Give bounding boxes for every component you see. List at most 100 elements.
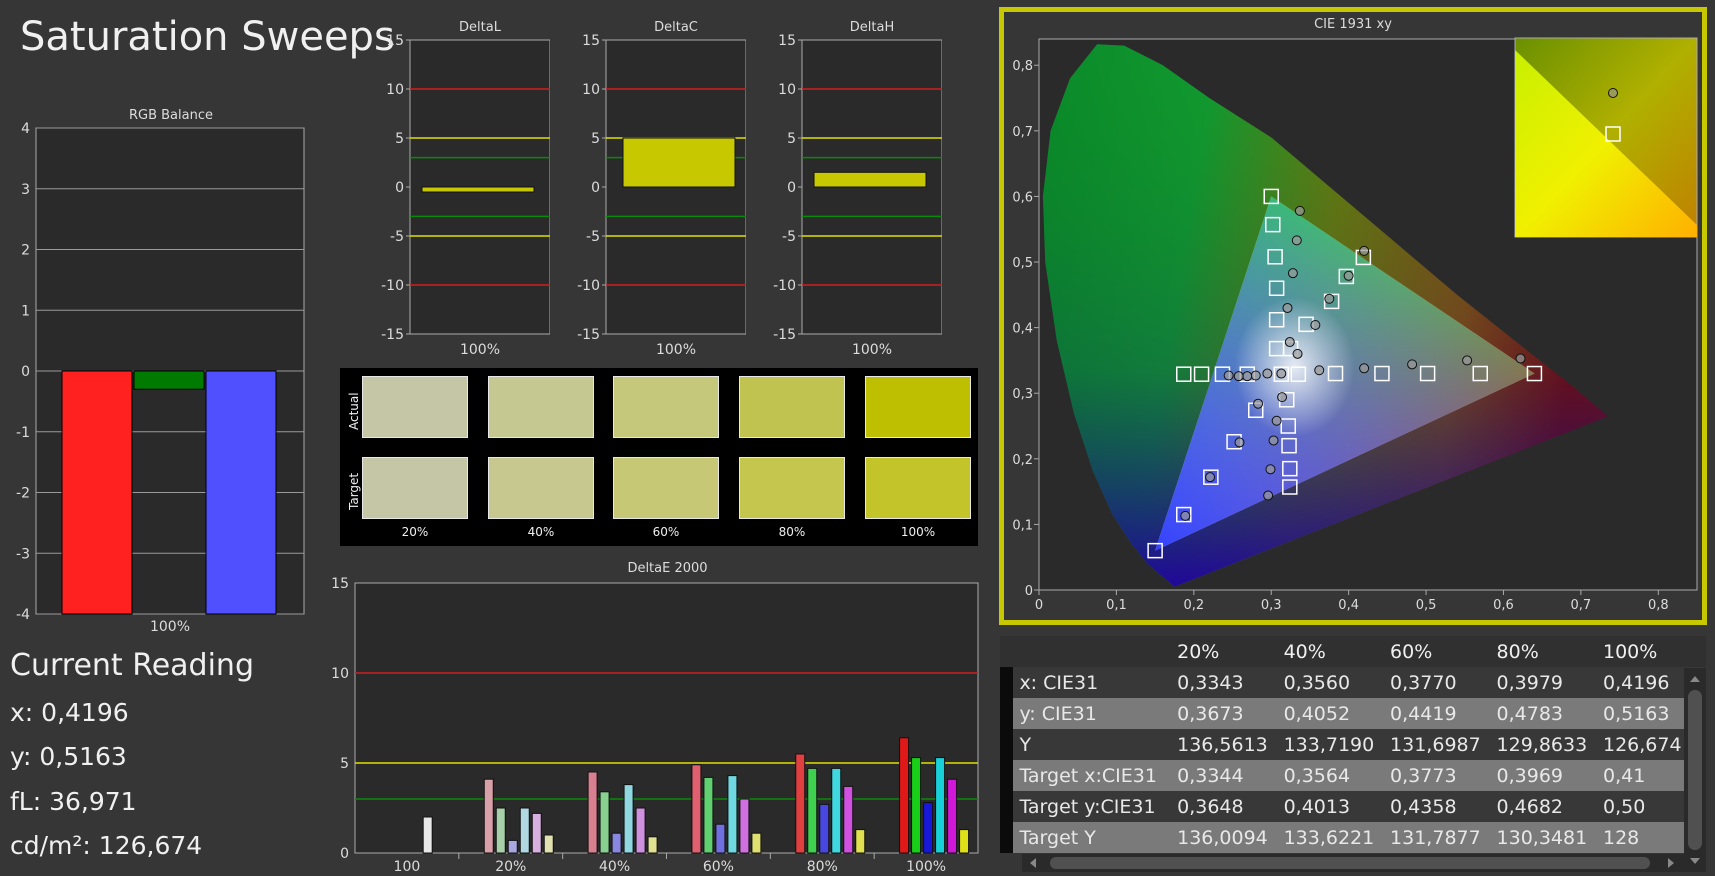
deltae-bar bbox=[543, 834, 554, 854]
swatch-label: 60% bbox=[652, 525, 680, 539]
actual-point bbox=[1233, 371, 1244, 382]
cie-y-tick-label: 0,1 bbox=[1012, 518, 1033, 533]
rgb-bar-blue bbox=[205, 370, 277, 615]
deltae-bar bbox=[739, 798, 750, 854]
cie-x-tick-label: 0,5 bbox=[1416, 598, 1437, 613]
delta-tick-label: 10 bbox=[386, 82, 404, 98]
actual-point bbox=[1284, 337, 1295, 348]
cie-x-tick-label: 0 bbox=[1035, 598, 1043, 613]
table-cell: 0,3773 bbox=[1390, 760, 1497, 791]
table-cell: 130,3481 bbox=[1496, 822, 1603, 853]
actual-swatch bbox=[739, 376, 845, 438]
table-cell: 0,4419 bbox=[1390, 698, 1497, 729]
deltae-category-label: 100% bbox=[906, 859, 946, 875]
table-cell: 0,4682 bbox=[1496, 791, 1603, 822]
deltae-bar bbox=[959, 829, 970, 854]
rgb-tick-label: -3 bbox=[16, 546, 30, 562]
deltae-bar bbox=[819, 803, 830, 854]
cie-y-tick-label: 0,6 bbox=[1012, 190, 1033, 205]
actual-point bbox=[1343, 270, 1354, 281]
actual-point bbox=[1294, 205, 1305, 216]
delta-tick-label: 15 bbox=[778, 33, 796, 49]
deltae-category-label: 20% bbox=[495, 859, 526, 875]
delta-tick-label: -10 bbox=[381, 278, 404, 294]
delta-tick-label: 5 bbox=[787, 131, 796, 147]
table-cell: 0,4358 bbox=[1390, 791, 1497, 822]
table-cell: 0,3343 bbox=[1177, 667, 1284, 698]
target-swatch bbox=[739, 457, 845, 519]
table-cell: 0,3560 bbox=[1283, 667, 1391, 698]
actual-point bbox=[1234, 437, 1245, 448]
cie-y-tick-label: 0,5 bbox=[1012, 256, 1033, 271]
table-row[interactable]: Target y:CIE31 0,3648 0,4013 0,4358 0,4682 0,… bbox=[1000, 791, 1706, 822]
deltae-tick-label: 15 bbox=[331, 576, 349, 592]
deltae-bar bbox=[947, 778, 958, 854]
target-swatch bbox=[488, 457, 594, 519]
cie-y-tick-label: 0,8 bbox=[1012, 59, 1033, 74]
current-reading-heading: Current Reading bbox=[10, 648, 254, 683]
rgb-tick-label: 1 bbox=[21, 303, 30, 319]
actual-point bbox=[1407, 359, 1418, 370]
actual-point bbox=[1359, 363, 1370, 374]
actual-row-label: Actual bbox=[347, 392, 361, 430]
deltae-tick-label: 10 bbox=[331, 666, 349, 682]
rgb-balance-chart: 4 3 2 1 0 -1 -2 -3 -4 100% bbox=[16, 121, 305, 635]
delta-category-label: 100% bbox=[460, 342, 500, 358]
actual-point bbox=[1268, 435, 1279, 446]
table-cell: 131,7877 bbox=[1390, 822, 1497, 853]
delta-chart-deltal: 15 10 5 0 -5 -10 -15 100% bbox=[381, 33, 550, 358]
deltae-bar bbox=[935, 757, 946, 854]
deltae-bar bbox=[623, 784, 634, 854]
cie-y-tick-label: 0,4 bbox=[1012, 322, 1033, 337]
actual-point bbox=[1515, 353, 1526, 364]
table-cell: 131,6987 bbox=[1390, 729, 1497, 760]
vertical-scrollbar[interactable] bbox=[1684, 668, 1706, 872]
table-cell: 0,3648 bbox=[1177, 791, 1284, 822]
table-header-cell: 60% bbox=[1390, 636, 1497, 667]
delta-chart-deltac: 15 10 5 0 -5 -10 -15 100% bbox=[577, 33, 746, 358]
deltae-bar bbox=[899, 737, 910, 854]
table-cell: 136,5613 bbox=[1177, 729, 1284, 760]
table-row[interactable]: x: CIE31 0,3343 0,3560 0,3770 0,3979 0,4196 bbox=[1000, 667, 1706, 698]
deltae-title: DeltaE 2000 bbox=[627, 561, 708, 576]
cie-x-tick-label: 0,4 bbox=[1338, 598, 1359, 613]
actual-point bbox=[1310, 319, 1321, 330]
rgb-tick-label: 3 bbox=[21, 182, 30, 198]
deltae-bar bbox=[611, 832, 622, 854]
reading-x: x: 0,4196 bbox=[10, 698, 129, 727]
rgb-tick-label: -4 bbox=[16, 607, 30, 623]
delta-tick-label: -15 bbox=[381, 327, 404, 343]
data-table[interactable]: 20% 40% 60% 80% 100% x: CIE31 0,3343 0,3560 0,37… bbox=[1000, 636, 1706, 872]
table-row[interactable]: y: CIE31 0,3673 0,4052 0,4419 0,4783 0,5163 bbox=[1000, 698, 1706, 729]
table-row[interactable]: Y 136,5613 133,7190 131,6987 129,8633 126,674 bbox=[1000, 729, 1706, 760]
delta-tick-label: -5 bbox=[586, 229, 600, 245]
deltae-bar bbox=[483, 778, 494, 854]
deltae-category-label: 60% bbox=[703, 859, 734, 875]
actual-point bbox=[1277, 392, 1288, 403]
actual-point bbox=[1292, 348, 1303, 359]
table-row[interactable]: Target x:CIE31 0,3344 0,3564 0,3773 0,3969 0,… bbox=[1000, 760, 1706, 791]
table-cell: 0,3344 bbox=[1177, 760, 1284, 791]
actual-point bbox=[1271, 415, 1282, 426]
deltae-category-label: 80% bbox=[807, 859, 838, 875]
actual-point bbox=[1250, 370, 1261, 381]
reading-cdm2: cd/m²: 126,674 bbox=[10, 831, 203, 860]
cie-y-tick-label: 0,7 bbox=[1012, 125, 1033, 140]
inset-actual-point bbox=[1608, 88, 1618, 98]
delta-tick-label: -5 bbox=[390, 229, 404, 245]
table-header-cell: 100% bbox=[1602, 636, 1706, 667]
deltae-bar bbox=[751, 832, 762, 854]
table-cell: 0,4013 bbox=[1283, 791, 1391, 822]
table-cell: 133,6221 bbox=[1283, 822, 1391, 853]
cie-x-tick-label: 0,2 bbox=[1183, 598, 1204, 613]
actual-swatch bbox=[488, 376, 594, 438]
actual-swatch bbox=[865, 376, 971, 438]
table-cell: 129,8633 bbox=[1496, 729, 1603, 760]
deltae-bar bbox=[587, 771, 598, 854]
table-row[interactable]: Target Y 136,0094 133,6221 131,7877 130,3481… bbox=[1000, 822, 1706, 853]
horizontal-scrollbar[interactable] bbox=[1022, 854, 1684, 872]
actual-point bbox=[1223, 370, 1234, 381]
rgb-bar-red bbox=[61, 370, 133, 615]
actual-point bbox=[1253, 398, 1264, 409]
delta-tick-label: 15 bbox=[582, 33, 600, 49]
